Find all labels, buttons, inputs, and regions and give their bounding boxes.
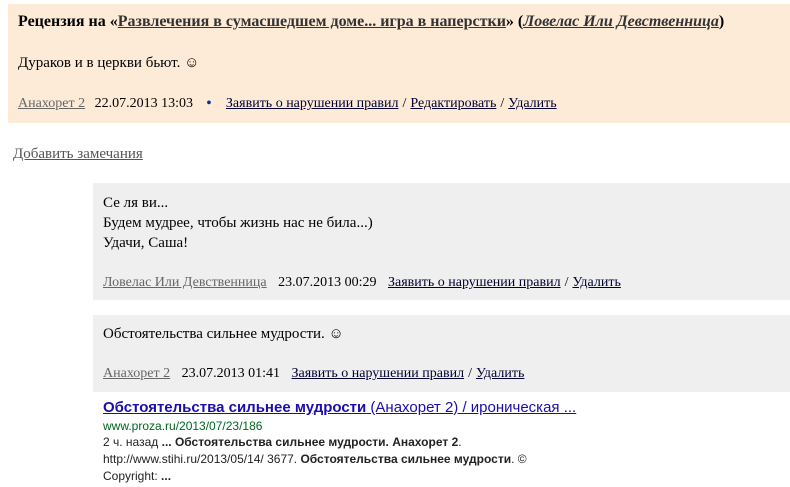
snippet-bold: ... Обстоятельства сильнее мудрости. Ана… xyxy=(161,435,459,449)
review-text: Дураков и в церкви бьют. ☺ xyxy=(18,55,200,71)
comment-line: Се ля ви... xyxy=(103,195,169,211)
comment-text: Обстоятельства сильнее мудрости. ☺ xyxy=(103,324,344,344)
review-title-prefix: Рецензия на « xyxy=(18,13,118,30)
add-remarks-link[interactable]: Добавить замечания xyxy=(13,146,143,163)
search-result-title-rest: (Анахорет 2) / ироническая ... xyxy=(366,399,577,416)
search-result-url: www.proza.ru/2013/07/23/186 xyxy=(103,419,263,433)
delete-link[interactable]: Удалить xyxy=(572,275,620,290)
review-block: Рецензия на «Развлечения в сумасшедшем д… xyxy=(8,4,790,123)
report-violation-link[interactable]: Заявить о нарушении правил xyxy=(226,96,399,111)
comment-block: Обстоятельства сильнее мудрости. ☺ Анахо… xyxy=(93,315,790,392)
snippet-bold: Обстоятельства сильнее мудрости xyxy=(300,452,512,466)
snippet-line: Copyright: ... xyxy=(103,468,623,485)
delete-link[interactable]: Удалить xyxy=(508,96,556,111)
snippet-line: 2 ч. назад ... Обстоятельства сильнее му… xyxy=(103,434,623,451)
search-result: Обстоятельства сильнее мудрости (Анахоре… xyxy=(103,398,623,485)
comment-meta: Анахорет 2 23.07.2013 01:41 Заявить о на… xyxy=(103,366,524,382)
snippet-text: . © xyxy=(511,452,527,466)
comment-user-link[interactable]: Анахорет 2 xyxy=(103,366,170,381)
separator: / xyxy=(564,275,569,290)
snippet-text: 2 ч. назад xyxy=(103,435,162,449)
review-title: Рецензия на «Развлечения в сумасшедшем д… xyxy=(18,13,724,31)
comment-line: Удачи, Саша! xyxy=(103,235,189,251)
delete-link[interactable]: Удалить xyxy=(476,366,524,381)
snippet-line: http://www.stihi.ru/2013/05/14/ 3677. Об… xyxy=(103,451,623,468)
review-meta: Анахорет 2 22.07.2013 13:03 • Заявить о … xyxy=(18,96,557,112)
edit-link[interactable]: Редактировать xyxy=(410,96,496,111)
review-user-link[interactable]: Анахорет 2 xyxy=(18,96,85,111)
separator: / xyxy=(500,96,505,111)
snippet-text: Copyright: xyxy=(103,469,162,483)
comment-meta: Ловелас Или Девственница 23.07.2013 00:2… xyxy=(103,275,621,291)
report-violation-link[interactable]: Заявить о нарушении правил xyxy=(388,275,561,290)
separator: / xyxy=(468,366,472,381)
comment-timestamp: 23.07.2013 01:41 xyxy=(181,366,281,381)
search-result-snippet: 2 ч. назад ... Обстоятельства сильнее му… xyxy=(103,434,623,485)
snippet-text: . xyxy=(458,435,462,449)
comment-line: Будем мудрее, чтобы жизнь нас не била...… xyxy=(103,215,373,231)
comment-timestamp: 23.07.2013 00:29 xyxy=(278,275,377,290)
comment-block: Се ля ви... Будем мудрее, чтобы жизнь на… xyxy=(93,183,790,300)
comment-user-link[interactable]: Ловелас Или Девственница xyxy=(103,275,267,290)
search-result-title-link[interactable]: Обстоятельства сильнее мудрости (Анахоре… xyxy=(103,398,623,418)
bullet-icon: • xyxy=(206,96,212,111)
comment-text: Се ля ви... Будем мудрее, чтобы жизнь на… xyxy=(103,193,373,253)
separator: / xyxy=(402,96,407,111)
work-title-link[interactable]: Развлечения в сумасшедшем доме... игра в… xyxy=(118,13,506,30)
report-violation-link[interactable]: Заявить о нарушении правил xyxy=(292,366,465,381)
author-link[interactable]: Ловелас Или Девственница xyxy=(523,13,719,30)
review-title-suffix: ) xyxy=(718,13,725,30)
snippet-text: http://www.stihi.ru/2013/05/14/ 3677. xyxy=(103,452,301,466)
comment-line: Обстоятельства сильнее мудрости. ☺ xyxy=(103,326,344,342)
search-result-title-bold: Обстоятельства сильнее мудрости xyxy=(103,399,367,416)
review-timestamp: 22.07.2013 13:03 xyxy=(94,96,194,111)
snippet-bold: ... xyxy=(161,469,172,483)
review-title-middle: » ( xyxy=(505,13,524,30)
